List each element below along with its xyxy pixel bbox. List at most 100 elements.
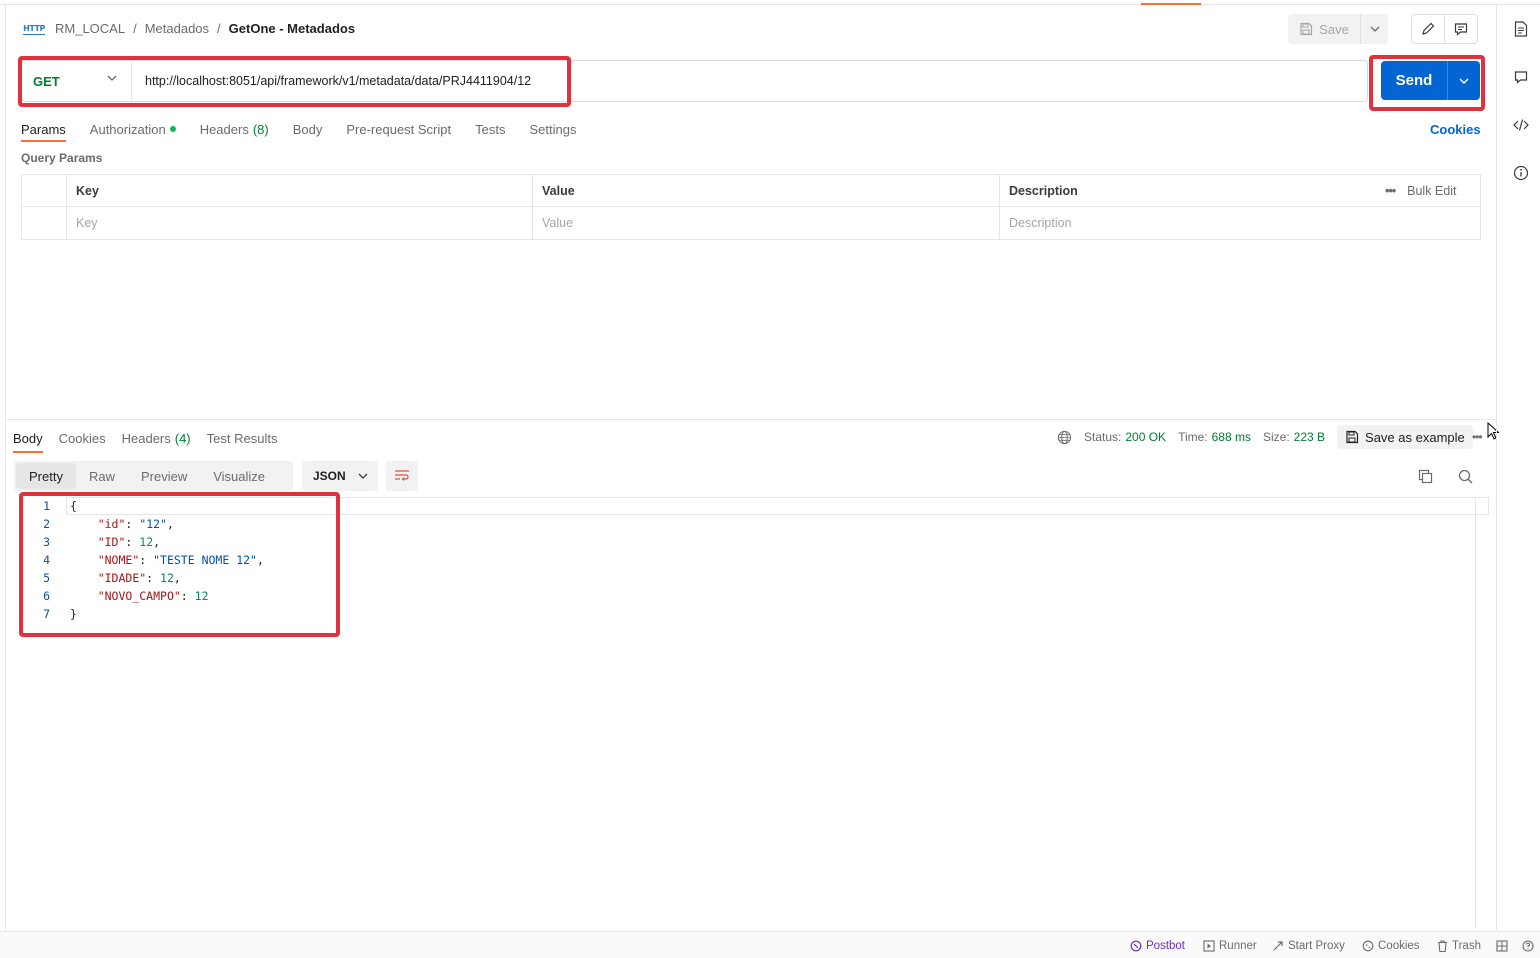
highlight-box-response [19, 492, 340, 637]
headers-count: (8) [252, 121, 269, 137]
breadcrumb-collection[interactable]: Metadados [145, 21, 209, 36]
cookies-link[interactable]: Cookies [1430, 117, 1481, 141]
postbot-button[interactable]: Postbot [1130, 938, 1185, 954]
active-tab-indicator [1141, 0, 1201, 5]
breadcrumb-separator: / [133, 21, 137, 36]
view-preview[interactable]: Preview [128, 463, 200, 489]
edit-button[interactable] [1411, 14, 1445, 44]
save-button[interactable]: Save [1288, 14, 1360, 44]
code-icon [1513, 119, 1529, 131]
documentation-button[interactable] [1512, 20, 1530, 38]
wrap-lines-icon [395, 470, 409, 481]
globe-icon[interactable] [1057, 430, 1072, 445]
tab-tests[interactable]: Tests [475, 117, 505, 141]
tab-response-headers[interactable]: Headers (4) [122, 428, 191, 448]
editor-scrollbar-track[interactable] [1475, 497, 1476, 927]
code-snippet-button[interactable] [1512, 116, 1530, 134]
size-label: Size: [1262, 430, 1290, 444]
runner-icon [1203, 940, 1215, 952]
response-tabs: Body Cookies Headers (4) Test Results [13, 428, 278, 453]
time-value[interactable]: 688 ms [1212, 430, 1251, 444]
save-icon [1346, 430, 1359, 444]
pencil-icon [1422, 22, 1435, 35]
format-select[interactable]: JSON [302, 461, 378, 491]
layout-toggle-button[interactable] [1496, 938, 1508, 954]
app-window: HTTP RM_LOCAL / Metadados / GetOne - Met… [0, 0, 1540, 958]
cookies-button[interactable]: Cookies [1362, 938, 1420, 954]
save-as-example-label: Save as example [1365, 429, 1465, 445]
table-row: Key Value Description [22, 207, 1480, 239]
tab-params[interactable]: Params [21, 117, 66, 142]
tab-authorization[interactable]: Authorization [90, 117, 176, 141]
tab-pre-request-script[interactable]: Pre-request Script [346, 117, 451, 141]
tab-response-body[interactable]: Body [13, 428, 43, 453]
column-header-value: Value [542, 184, 575, 198]
runner-button[interactable]: Runner [1203, 938, 1257, 954]
copy-button[interactable] [1416, 467, 1434, 485]
status-label: Status: [1084, 430, 1122, 444]
request-title[interactable]: GetOne - Metadados [229, 21, 355, 36]
breadcrumb-workspace[interactable]: RM_LOCAL [55, 21, 125, 36]
breadcrumb-separator: / [217, 21, 221, 36]
top-tab-strip [0, 0, 1540, 5]
bulk-edit-button[interactable]: Bulk Edit [1407, 184, 1456, 198]
help-button[interactable] [1522, 938, 1534, 954]
comments-sidebar-button[interactable] [1512, 68, 1530, 86]
tab-body[interactable]: Body [293, 117, 323, 141]
save-icon [1300, 22, 1313, 36]
status-bar: Postbot Runner Start Proxy Cookies Trash [0, 931, 1540, 958]
document-icon [1514, 21, 1528, 37]
save-dropdown-button[interactable] [1360, 14, 1388, 44]
status-value[interactable]: 200 OK [1125, 430, 1166, 444]
format-label: JSON [313, 469, 346, 483]
response-meta: Status: 200 OK Time: 688 ms Size: 223 B … [1057, 425, 1473, 449]
save-button-group: Save [1288, 14, 1388, 44]
param-key-input[interactable]: Key [68, 207, 532, 239]
start-proxy-button[interactable]: Start Proxy [1272, 938, 1345, 954]
response-view-tabs: Pretty Raw Preview Visualize [14, 461, 293, 491]
request-tabs: Params Authorization Headers (8) Body Pre… [21, 117, 576, 142]
tab-response-cookies[interactable]: Cookies [59, 428, 106, 448]
info-icon [1513, 165, 1529, 181]
tab-settings[interactable]: Settings [529, 117, 576, 141]
bulk-edit-area: ••• Bulk Edit [1385, 175, 1456, 207]
comment-icon [1514, 71, 1528, 84]
view-pretty[interactable]: Pretty [16, 463, 76, 489]
time-label: Time: [1178, 430, 1208, 444]
table-header-row: Key Value Description ••• Bulk Edit [22, 175, 1480, 207]
comments-button[interactable] [1444, 14, 1478, 44]
more-options-icon[interactable]: ••• [1472, 430, 1483, 444]
save-as-example-button[interactable]: Save as example [1337, 425, 1473, 449]
wrap-lines-button[interactable] [386, 461, 418, 491]
comment-icon [1454, 23, 1468, 36]
copy-icon [1418, 469, 1432, 483]
size-value[interactable]: 223 B [1294, 430, 1325, 444]
tab-test-results[interactable]: Test Results [207, 428, 278, 448]
trash-icon [1438, 940, 1447, 952]
proxy-icon [1273, 941, 1283, 951]
http-request-icon: HTTP [23, 23, 45, 35]
status-dot [169, 126, 176, 132]
column-header-key: Key [76, 184, 99, 198]
save-label: Save [1319, 21, 1349, 37]
info-button[interactable] [1512, 164, 1530, 182]
query-params-table: Key Value Description ••• Bulk Edit Key … [21, 174, 1481, 240]
view-raw[interactable]: Raw [76, 463, 128, 489]
search-icon [1458, 469, 1472, 483]
postbot-icon [1130, 940, 1142, 952]
param-value-input[interactable]: Value [534, 207, 999, 239]
column-header-description: Description [1009, 184, 1078, 198]
highlight-box-send [1369, 55, 1485, 111]
tab-headers[interactable]: Headers (8) [200, 117, 269, 141]
view-visualize[interactable]: Visualize [200, 463, 278, 489]
response-headers-count: (4) [174, 430, 191, 446]
search-button[interactable] [1456, 467, 1474, 485]
highlight-box-url [18, 56, 571, 107]
request-response-divider[interactable] [6, 419, 1495, 420]
more-options-icon[interactable]: ••• [1385, 184, 1396, 198]
param-description-input[interactable]: Description [1001, 207, 1479, 239]
help-icon [1522, 940, 1534, 952]
trash-button[interactable]: Trash [1437, 938, 1481, 954]
query-params-title: Query Params [21, 151, 103, 165]
chevron-down-icon [358, 473, 368, 479]
